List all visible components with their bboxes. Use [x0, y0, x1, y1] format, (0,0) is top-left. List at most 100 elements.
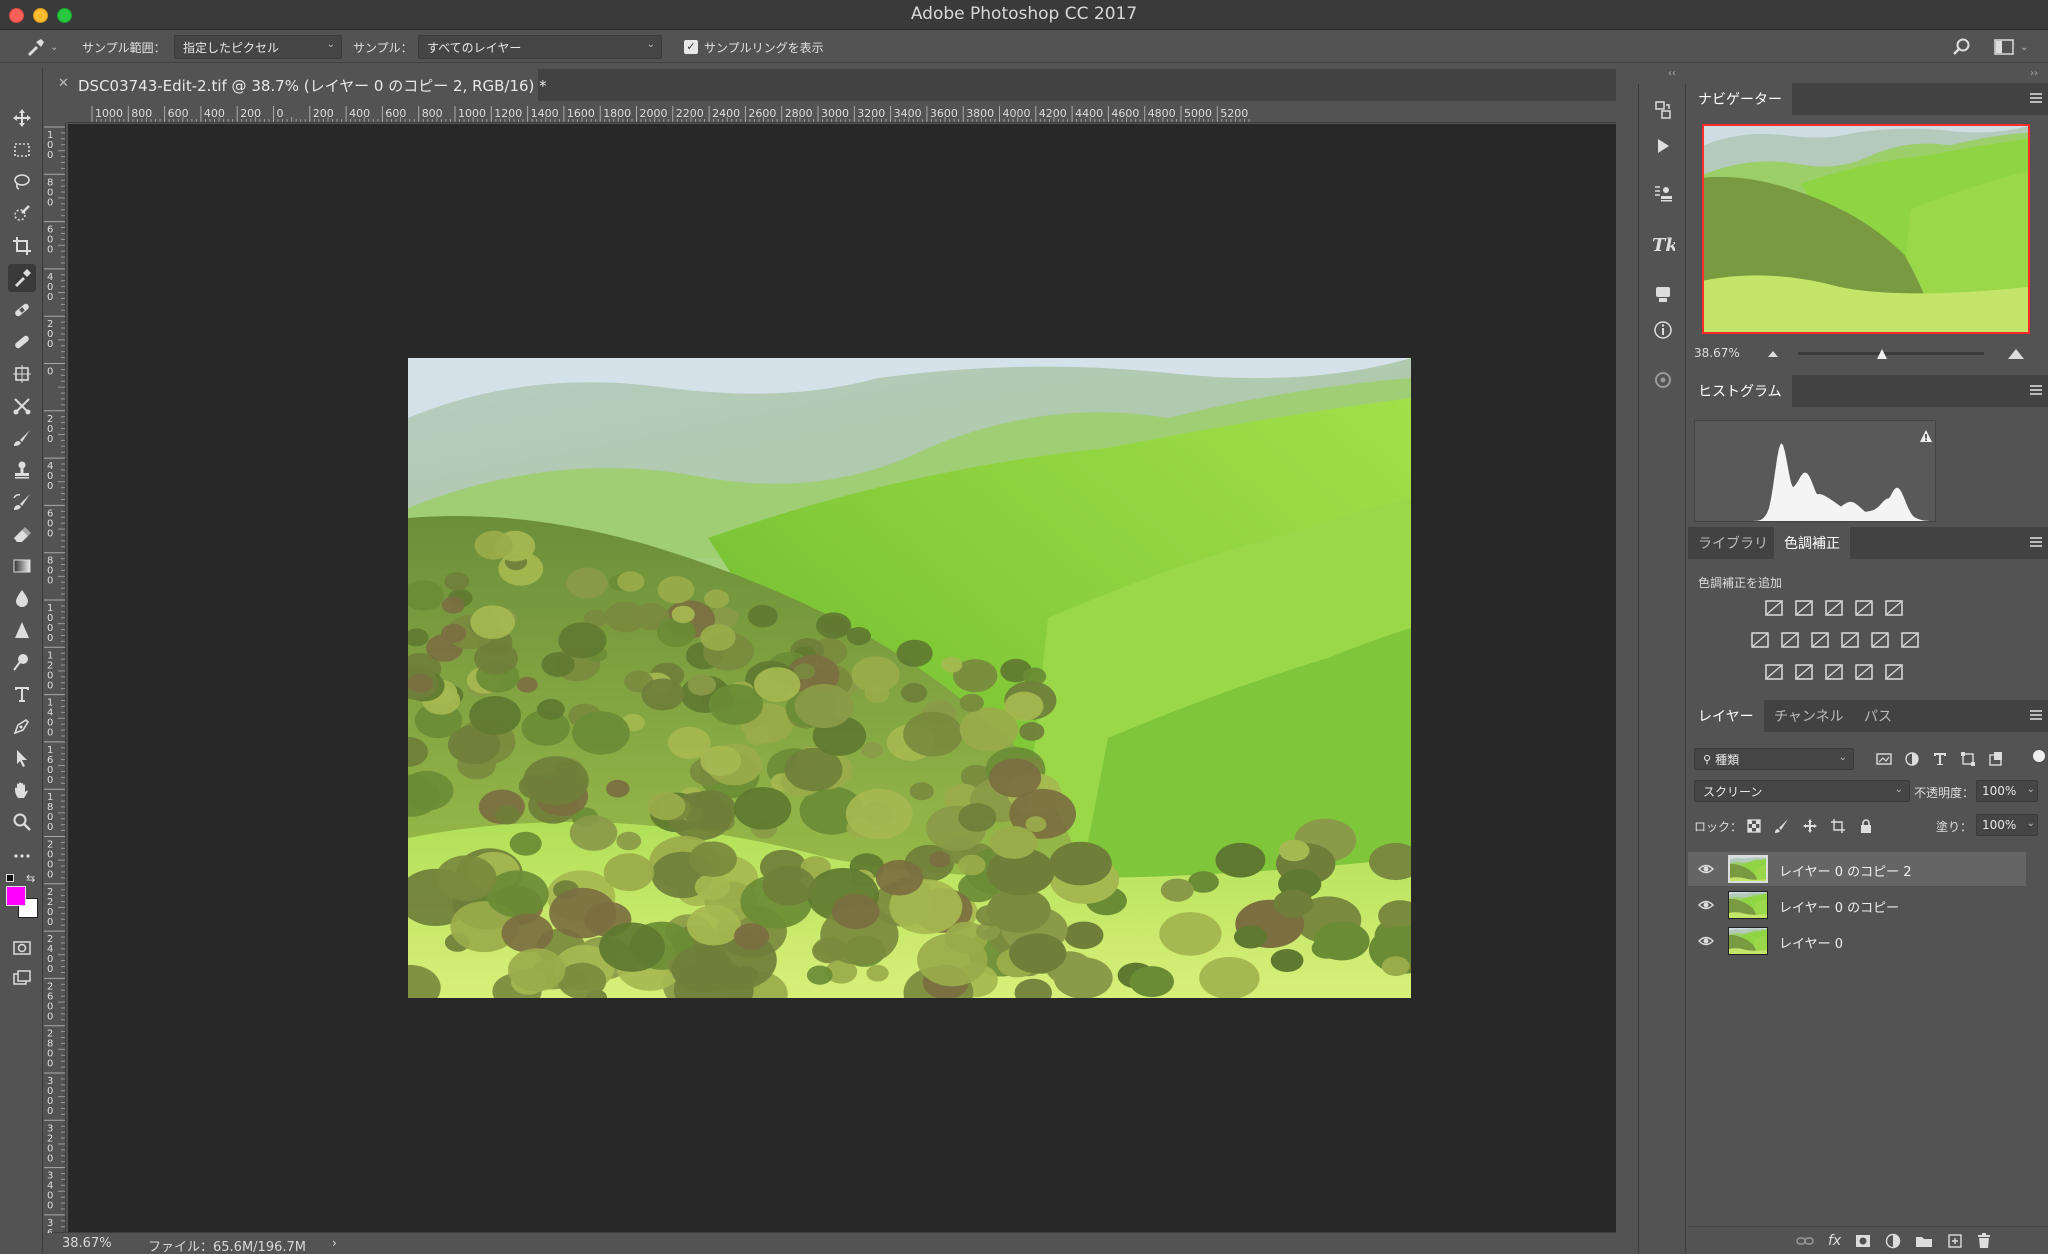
path-selection-tool[interactable]: [8, 744, 36, 772]
vibrance-icon[interactable]: [1884, 598, 1904, 618]
dodge-tool[interactable]: [8, 648, 36, 676]
link-layers-icon[interactable]: [1796, 1234, 1814, 1248]
blend-mode-select[interactable]: スクリーン ⌄: [1694, 780, 1910, 802]
lock-position-icon[interactable]: [1802, 818, 1818, 834]
layer-name[interactable]: レイヤー 0: [1779, 933, 1843, 952]
tab-adjustments[interactable]: 色調補正: [1774, 527, 1850, 559]
smart-object-filter-icon[interactable]: [1988, 751, 2004, 767]
hand-tool[interactable]: [8, 776, 36, 804]
navigator-preview[interactable]: [1702, 124, 2030, 334]
layer-row[interactable]: レイヤー 0 のコピー: [1688, 888, 2026, 922]
channel-mixer-icon[interactable]: [1870, 630, 1890, 650]
document-image[interactable]: [408, 358, 1411, 998]
selective-color-icon[interactable]: [1854, 662, 1874, 682]
layer-filter-select[interactable]: ⚲ 種類 ⌄: [1694, 748, 1854, 770]
collapse-dock-icon[interactable]: ‹‹: [1668, 68, 1676, 79]
panel-menu-icon[interactable]: [2030, 710, 2042, 722]
info-panel-button[interactable]: [1649, 316, 1677, 344]
show-sampling-ring-checkbox[interactable]: ✓: [684, 40, 698, 54]
lasso-tool[interactable]: [8, 168, 36, 196]
clone-source-panel-button[interactable]: [1649, 180, 1677, 208]
zoom-readout[interactable]: 38.67%: [62, 1236, 112, 1251]
default-colors-icon[interactable]: [6, 874, 14, 882]
workspace-switcher[interactable]: ⌄: [1994, 31, 2028, 63]
posterize-icon[interactable]: [1794, 662, 1814, 682]
black-white-icon[interactable]: [1810, 630, 1830, 650]
lock-artboard-icon[interactable]: [1830, 818, 1846, 834]
curves-icon[interactable]: [1824, 598, 1844, 618]
clone-stamp-tool[interactable]: [8, 456, 36, 484]
exposure-icon[interactable]: [1854, 598, 1874, 618]
document-tab[interactable]: ✕ DSC03743-Edit-2.tif @ 38.7% (レイヤー 0 のコ…: [52, 69, 547, 101]
status-menu-arrow-icon[interactable]: ›: [332, 1236, 337, 1250]
blur-tool[interactable]: [8, 584, 36, 612]
navigator-zoom-slider[interactable]: [1798, 349, 1984, 359]
add-mask-icon[interactable]: [1855, 1234, 1871, 1248]
lock-image-pixels-icon[interactable]: [1774, 818, 1790, 834]
panel-menu-icon[interactable]: [2030, 93, 2042, 105]
panel-menu-icon[interactable]: [2030, 537, 2042, 549]
eraser-tool[interactable]: [8, 520, 36, 548]
healing-brush-tool[interactable]: [8, 296, 36, 324]
eyedropper-preset-picker[interactable]: ⌄: [24, 31, 58, 63]
screen-mode-button[interactable]: [8, 964, 36, 992]
crop-tool[interactable]: [8, 232, 36, 260]
navigator-zoom-readout[interactable]: 38.67%: [1694, 346, 1740, 360]
brightness-icon[interactable]: [1764, 598, 1784, 618]
filter-toggle-button[interactable]: [2033, 750, 2045, 762]
edit-toolbar-button[interactable]: [8, 842, 36, 870]
layer-row[interactable]: レイヤー 0: [1688, 924, 2026, 958]
layer-name[interactable]: レイヤー 0 のコピー 2: [1779, 861, 1912, 880]
tk-panel-button[interactable]: Tk: [1649, 230, 1677, 258]
visibility-eye-icon[interactable]: [1698, 897, 1714, 913]
content-aware-move-tool[interactable]: [8, 392, 36, 420]
layer-thumbnail[interactable]: [1728, 927, 1768, 955]
layer-thumbnail[interactable]: [1728, 855, 1768, 883]
color-balance-icon[interactable]: [1780, 630, 1800, 650]
layer-style-icon[interactable]: fx: [1828, 1233, 1841, 1249]
zoom-in-icon[interactable]: [2006, 346, 2026, 360]
photo-filter-icon[interactable]: [1840, 630, 1860, 650]
plugin-panel-button[interactable]: [1649, 366, 1677, 394]
eyedropper-tool[interactable]: [8, 264, 36, 292]
tab-libraries[interactable]: ライブラリ: [1688, 527, 1778, 559]
search-button[interactable]: [1952, 31, 1972, 63]
sample-layers-select[interactable]: すべてのレイヤー ⌄: [418, 35, 662, 59]
shape-filter-icon[interactable]: [1960, 751, 1976, 767]
tab-channels[interactable]: チャンネル: [1764, 700, 1854, 732]
hue-saturation-icon[interactable]: [1750, 630, 1770, 650]
warning-icon[interactable]: [1919, 429, 1933, 443]
close-tab-icon[interactable]: ✕: [58, 76, 69, 91]
color-lookup-icon[interactable]: [1900, 630, 1920, 650]
new-adjustment-layer-icon[interactable]: [1885, 1233, 1901, 1249]
fill-input[interactable]: 100% ⌄: [1976, 814, 2038, 836]
visibility-eye-icon[interactable]: [1698, 933, 1714, 949]
vertical-ruler[interactable]: 1008006004002000200400600800100012001400…: [44, 123, 66, 1233]
zoom-tool[interactable]: [8, 808, 36, 836]
delete-layer-icon[interactable]: [1977, 1233, 1991, 1249]
invert-icon[interactable]: [1764, 662, 1784, 682]
swap-colors-icon[interactable]: ⇆: [26, 872, 35, 885]
threshold-icon[interactable]: [1824, 662, 1844, 682]
opacity-input[interactable]: 100% ⌄: [1976, 780, 2038, 802]
tab-navigator[interactable]: ナビゲーター: [1688, 83, 1792, 115]
tab-paths[interactable]: パス: [1854, 700, 1902, 732]
type-filter-icon[interactable]: [1932, 751, 1948, 767]
adjustment-filter-icon[interactable]: [1904, 751, 1920, 767]
new-layer-icon[interactable]: [1947, 1233, 1963, 1249]
patch-tool[interactable]: [8, 360, 36, 388]
quick-selection-tool[interactable]: [8, 200, 36, 228]
canvas-area[interactable]: [68, 124, 1616, 1233]
history-brush-tool[interactable]: [8, 488, 36, 516]
layer-thumbnail[interactable]: [1728, 891, 1768, 919]
layer-row[interactable]: レイヤー 0 のコピー 2: [1688, 852, 2026, 886]
layer-name[interactable]: レイヤー 0 のコピー: [1779, 897, 1899, 916]
horizontal-ruler[interactable]: 1000 800 600 400 200 0 200 400 600 800 1000 1200 140…: [68, 106, 1616, 123]
sharpen-tool[interactable]: [8, 616, 36, 644]
foreground-color-swatch[interactable]: [6, 886, 26, 906]
type-tool[interactable]: [8, 680, 36, 708]
marquee-tool[interactable]: [8, 136, 36, 164]
tab-layers[interactable]: レイヤー: [1688, 700, 1764, 732]
lock-transparent-pixels-icon[interactable]: [1746, 818, 1762, 834]
lock-all-icon[interactable]: [1858, 818, 1874, 834]
